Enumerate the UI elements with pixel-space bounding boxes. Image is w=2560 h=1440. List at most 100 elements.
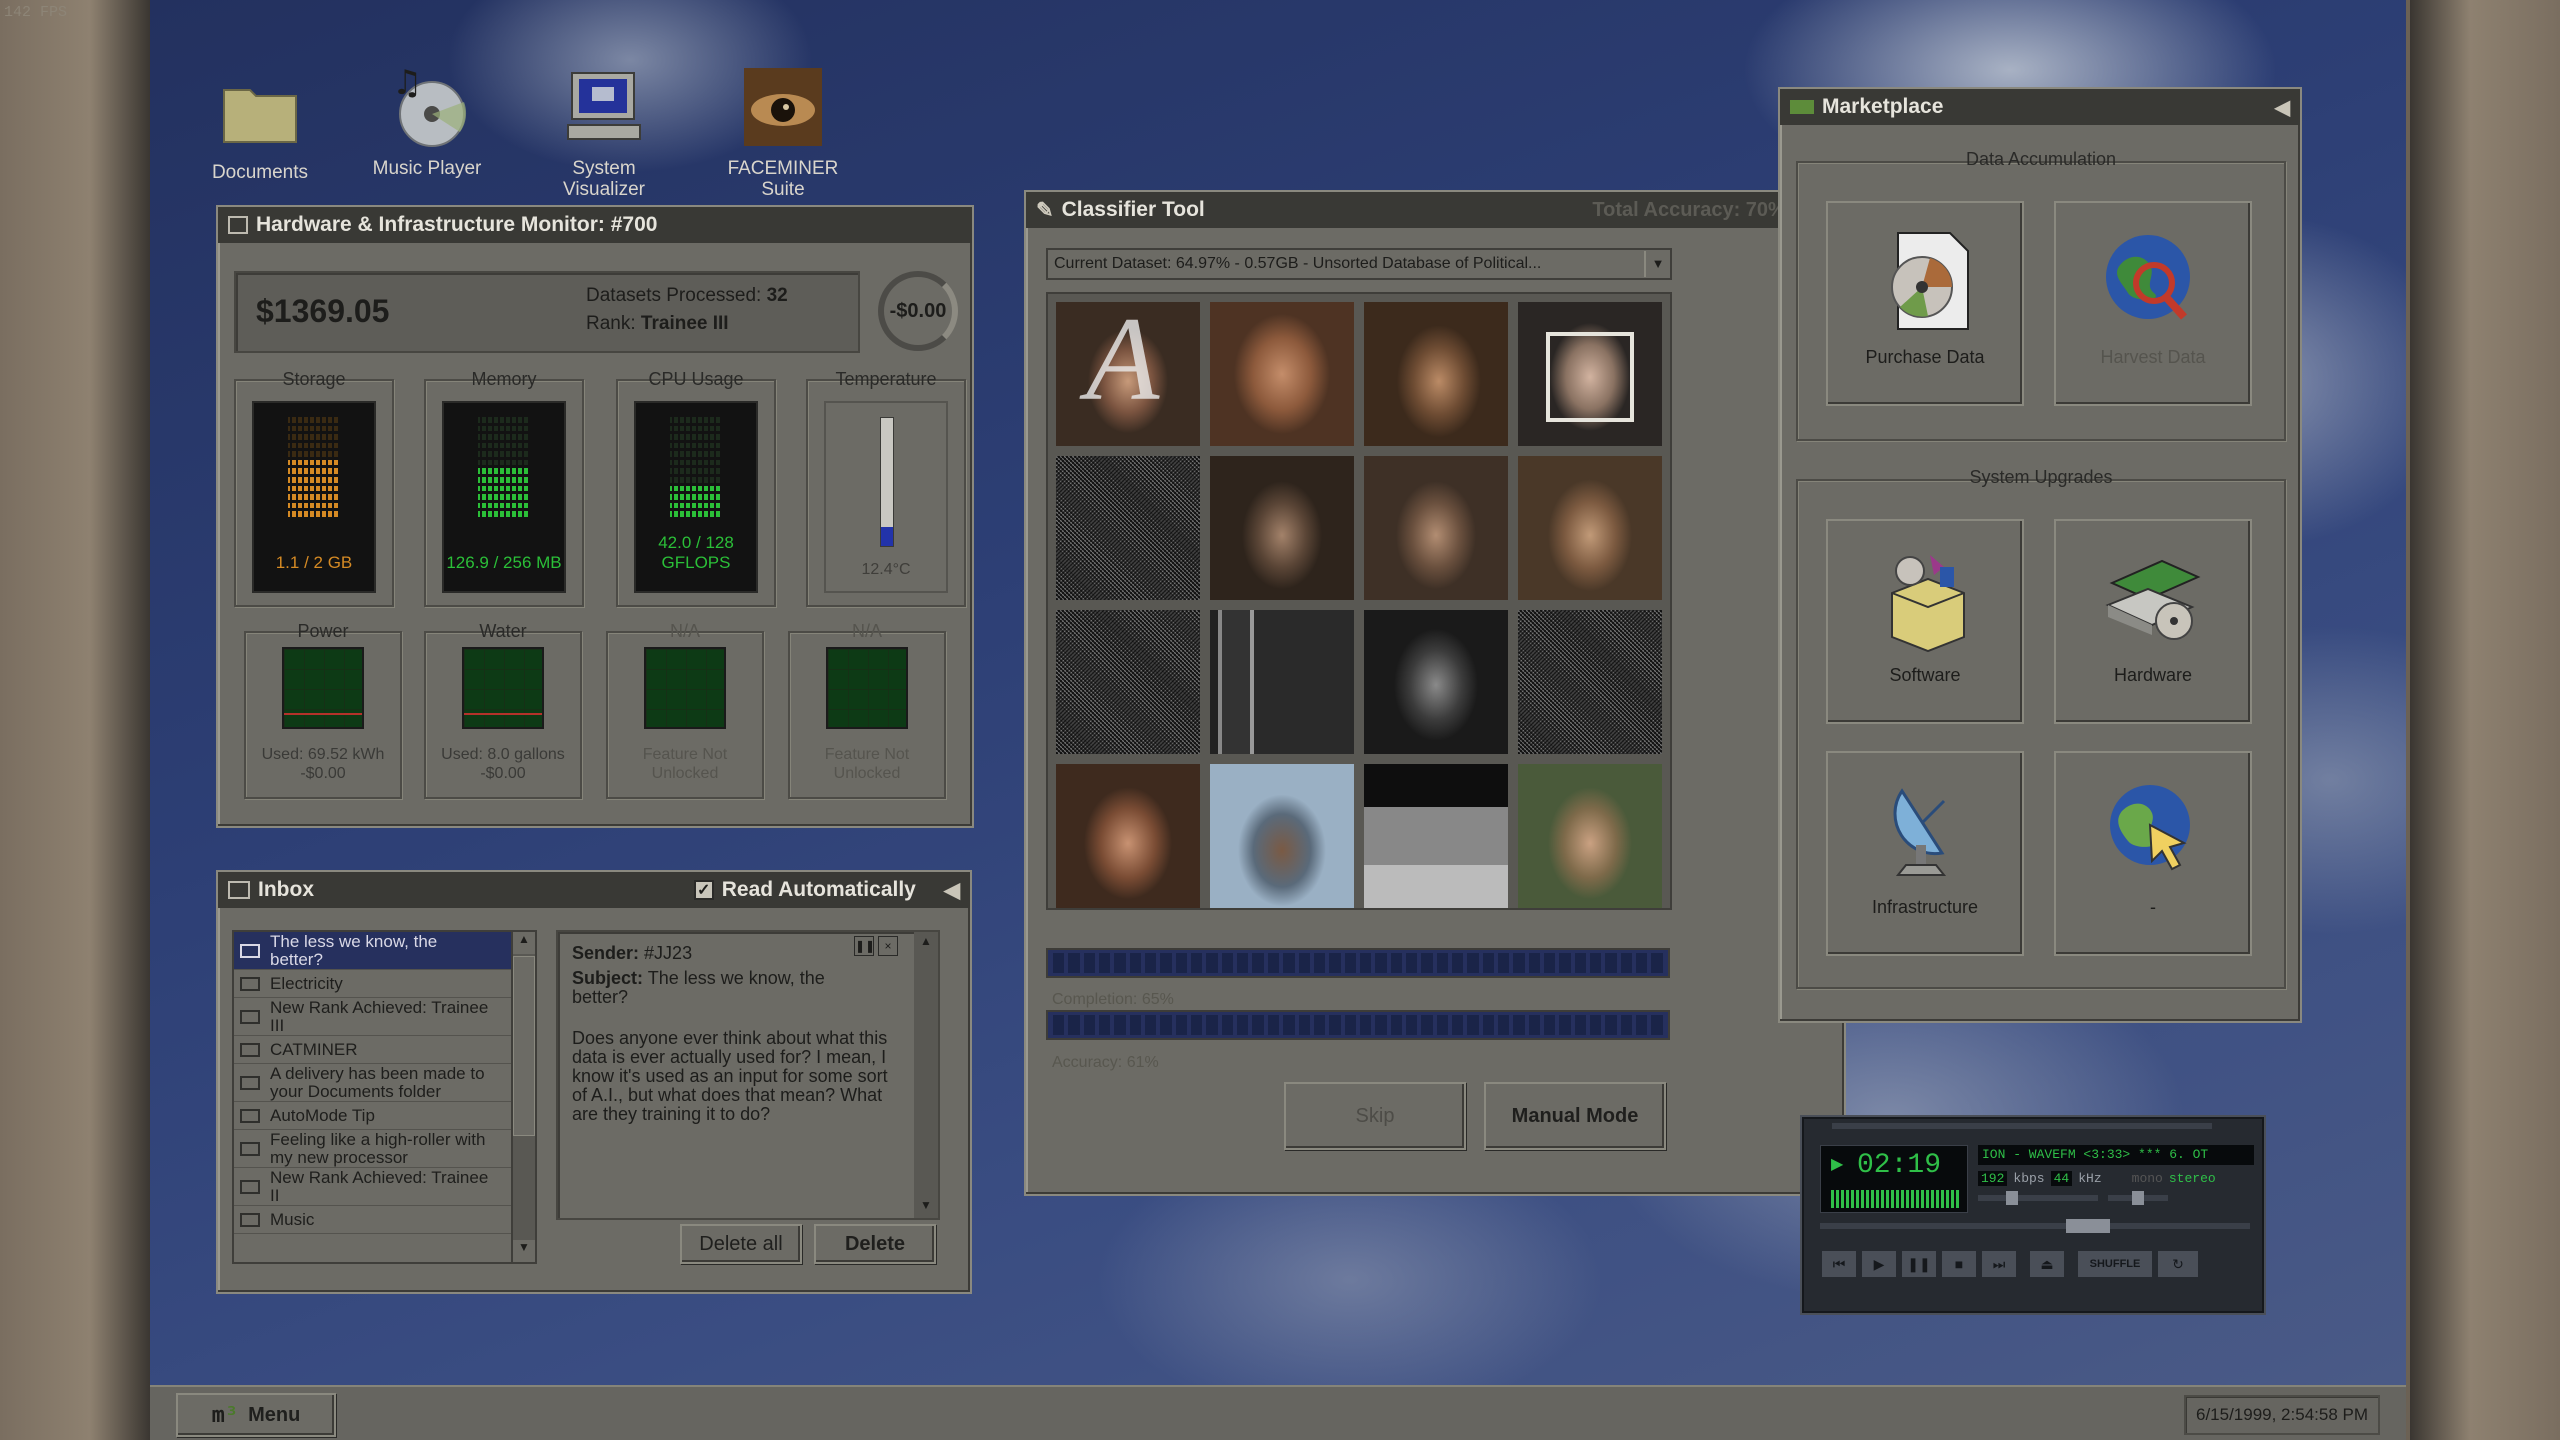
progress-segment: [1574, 953, 1587, 973]
utility-3: N/A Feature Not Unlocked: [788, 621, 946, 799]
progress-segment: [1359, 1015, 1372, 1035]
harvest-data-button[interactable]: Harvest Data: [2054, 201, 2252, 406]
desktop-icon-music-player[interactable]: ♫ Music Player: [352, 62, 502, 179]
menu-button[interactable]: m³ Menu: [176, 1393, 336, 1437]
purchase-data-button[interactable]: Purchase Data: [1826, 201, 2024, 406]
scrollbar-thumb[interactable]: [513, 956, 535, 1136]
chevron-down-icon[interactable]: ▼: [1644, 251, 1670, 277]
next-icon[interactable]: ⏭: [1982, 1251, 2016, 1277]
checkbox-checked-icon[interactable]: ✓: [693, 880, 714, 900]
face-image-2[interactable]: [1210, 302, 1354, 446]
face-image-3[interactable]: [1364, 302, 1508, 446]
unknown-upgrade-button[interactable]: -: [2054, 751, 2252, 956]
inbox-titlebar[interactable]: Inbox ✓ Read Automatically ◀: [218, 872, 970, 908]
inbox-item[interactable]: New Rank Achieved: Trainee III: [234, 998, 535, 1036]
gauge-bar: [478, 511, 530, 517]
play-icon[interactable]: ▶: [1862, 1251, 1896, 1277]
face-image-6[interactable]: [1364, 456, 1508, 600]
desktop-icon-system-visualizer[interactable]: System Visualizer: [529, 62, 679, 200]
scroll-up-icon[interactable]: ▲: [914, 932, 938, 954]
speaker-icon[interactable]: ◀: [944, 878, 960, 903]
face-image-1[interactable]: A: [1056, 302, 1200, 446]
face-image-10[interactable]: [1056, 764, 1200, 908]
inbox-item-subject: Music: [270, 1209, 315, 1229]
gauge-bar: [670, 434, 722, 440]
eject-icon[interactable]: ⏏: [2030, 1251, 2064, 1277]
read-automatically-toggle[interactable]: ✓ Read Automatically: [693, 878, 916, 902]
datasets-processed: Datasets Processed: 32: [586, 285, 788, 307]
infrastructure-label: Infrastructure: [1871, 897, 1979, 917]
inbox-item[interactable]: Music: [234, 1206, 535, 1234]
scroll-down-icon[interactable]: ▼: [513, 1240, 535, 1262]
progress-segment: [1605, 1015, 1617, 1035]
face-image-8[interactable]: [1210, 610, 1354, 754]
money-balance: $1369.05: [256, 293, 390, 329]
progress-segment: [1129, 953, 1142, 973]
pause-icon[interactable]: ❚❚: [1902, 1251, 1936, 1277]
previous-icon[interactable]: ⏮: [1822, 1251, 1856, 1277]
dataset-select[interactable]: Current Dataset: 64.97% - 0.57GB - Unsor…: [1046, 248, 1672, 280]
desktop-icon-faceminer[interactable]: FACEMINER Suite: [708, 62, 858, 200]
system-upgrades-heading: System Upgrades: [1969, 467, 2113, 487]
inbox-item[interactable]: A delivery has been made to your Documen…: [234, 1064, 535, 1102]
car-image[interactable]: [1364, 764, 1508, 908]
gauge-bar: [288, 477, 340, 483]
inbox-item[interactable]: The less we know, the better?: [234, 932, 535, 970]
face-image-12[interactable]: [1518, 764, 1662, 908]
hardware-button[interactable]: Hardware: [2054, 519, 2252, 724]
stats-panel: $1369.05 Datasets Processed: 32 Rank: Tr…: [234, 271, 860, 353]
hardware-monitor-titlebar[interactable]: Hardware & Infrastructure Monitor: #700: [218, 207, 972, 243]
noise-image-1[interactable]: [1056, 456, 1200, 600]
progress-segment: [1528, 1015, 1540, 1035]
noise-image-3[interactable]: [1518, 610, 1662, 754]
face-image-11[interactable]: [1210, 764, 1354, 908]
inbox-item[interactable]: New Rank Achieved: Trainee II: [234, 1168, 535, 1206]
delete-all-button[interactable]: Delete all: [680, 1224, 802, 1264]
pause-icon[interactable]: ❚❚: [854, 936, 875, 956]
subject-label: Subject:: [572, 968, 644, 988]
face-image-5[interactable]: [1210, 456, 1354, 600]
marketplace-titlebar[interactable]: Marketplace ◀: [1780, 89, 2300, 125]
scroll-up-icon[interactable]: ▲: [513, 932, 535, 954]
infrastructure-button[interactable]: Infrastructure: [1826, 751, 2024, 956]
progress-segment: [1298, 1015, 1310, 1035]
scroll-down-icon[interactable]: ▼: [914, 1196, 938, 1218]
volume-slider[interactable]: [1978, 1191, 2098, 1205]
face-image-7[interactable]: [1518, 456, 1662, 600]
classifier-titlebar[interactable]: ✎ Classifier Tool Total Accuracy: 70% ◀: [1026, 192, 1844, 228]
progress-segment: [1651, 953, 1663, 973]
stereo-indicator: stereo: [2168, 1171, 2216, 1186]
face-image-9[interactable]: [1364, 610, 1508, 754]
progress-segment: [1083, 1015, 1096, 1035]
inbox-item[interactable]: AutoMode Tip: [234, 1102, 535, 1130]
noise-image-2[interactable]: [1056, 610, 1200, 754]
repeat-icon[interactable]: ↻: [2158, 1251, 2198, 1277]
desktop-icon-documents[interactable]: Documents: [185, 66, 335, 183]
shuffle-button[interactable]: SHUFFLE: [2078, 1251, 2152, 1277]
envelope-icon: [240, 1042, 260, 1057]
seek-bar[interactable]: [1820, 1219, 2250, 1233]
speaker-icon[interactable]: ◀: [2275, 95, 2290, 120]
svg-text:♫: ♫: [392, 63, 422, 103]
software-button[interactable]: Software: [1826, 519, 2024, 724]
gauge-bar: [288, 459, 340, 466]
stop-icon[interactable]: ■: [1942, 1251, 1976, 1277]
rank-value: Trainee III: [640, 313, 729, 334]
progress-segment: [1191, 953, 1203, 973]
manual-mode-button[interactable]: Manual Mode: [1484, 1082, 1666, 1150]
gauge-bar: [670, 511, 722, 517]
inbox-list-scrollbar[interactable]: ▲ ▼: [511, 932, 535, 1262]
inbox-item[interactable]: Feeling like a high-roller with my new p…: [234, 1130, 535, 1168]
progress-segment: [1636, 953, 1648, 973]
balance-slider[interactable]: [2108, 1191, 2168, 1205]
player-titlebar[interactable]: [1832, 1123, 2212, 1129]
face-image-4[interactable]: [1518, 302, 1662, 446]
progress-segment: [1221, 1015, 1234, 1035]
skip-button[interactable]: Skip: [1284, 1082, 1466, 1150]
delete-button[interactable]: Delete: [814, 1224, 936, 1264]
message-scrollbar[interactable]: ▲ ▼: [914, 932, 938, 1218]
gauge-bars: [478, 417, 530, 517]
inbox-item[interactable]: Electricity: [234, 970, 535, 998]
inbox-item[interactable]: CATMINER: [234, 1036, 535, 1064]
close-icon[interactable]: ×: [878, 936, 898, 956]
